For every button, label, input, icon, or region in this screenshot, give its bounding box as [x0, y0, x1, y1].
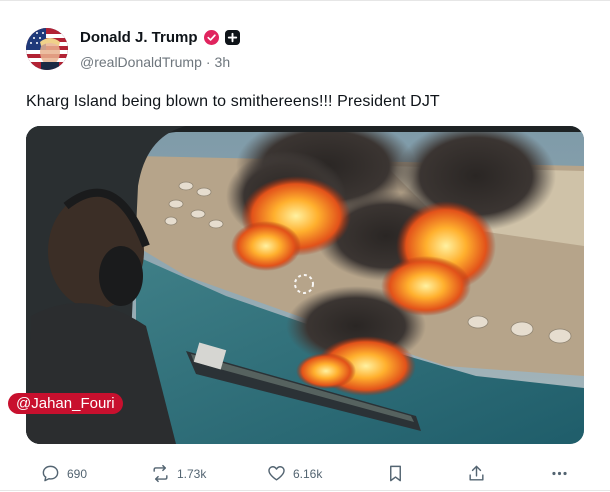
- repost-icon: [153, 464, 168, 483]
- more-action[interactable]: [550, 464, 569, 483]
- author-meta: @realDonaldTrump · 3h: [80, 54, 230, 70]
- reply-action[interactable]: 690: [41, 464, 87, 483]
- author-name-row: Donald J. Trump: [80, 29, 240, 46]
- reply-icon: [42, 465, 59, 482]
- author-name[interactable]: Donald J. Trump: [80, 29, 198, 46]
- post-actions: 690 1.73k 6.16k: [0, 464, 610, 490]
- flag-portrait-avatar-icon: [26, 28, 68, 70]
- reply-count: 690: [67, 466, 88, 481]
- post-text: Kharg Island being blown to smithereens!…: [26, 93, 440, 110]
- share-icon: [469, 465, 484, 481]
- like-action[interactable]: 6.16k: [267, 464, 322, 483]
- share-action[interactable]: [467, 464, 486, 483]
- more-dots-icon: [552, 471, 567, 476]
- like-count: 6.16k: [293, 466, 323, 481]
- divider: [0, 490, 610, 491]
- watermark-label: @Jahan_Fouri: [8, 393, 123, 414]
- avatar[interactable]: [26, 28, 68, 70]
- verified-badge-icon: [203, 30, 219, 45]
- meta-separator: ·: [205, 54, 211, 70]
- plus-badge-icon: [224, 30, 240, 45]
- repost-count: 1.73k: [177, 466, 207, 481]
- repost-action[interactable]: 1.73k: [151, 464, 206, 483]
- heart-icon: [268, 466, 285, 481]
- post-card: Donald J. Trump @realDonaldTrump · 3h Kh…: [0, 0, 610, 492]
- bookmark-icon: [390, 465, 401, 482]
- bookmark-action[interactable]: [386, 464, 405, 483]
- post-time[interactable]: 3h: [215, 54, 231, 70]
- author-handle[interactable]: @realDonaldTrump: [80, 54, 202, 70]
